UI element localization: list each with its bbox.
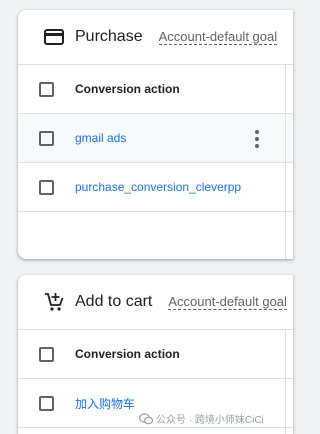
table-row: purchase_conversion_cleverpp: [18, 163, 293, 212]
add-to-cart-card-header: Add to cart Account-default goal: [18, 275, 293, 330]
watermark: 公众号 · 跨境小师妹CiCi: [139, 411, 264, 426]
more-vert-icon[interactable]: [252, 128, 262, 150]
conversion-action-link[interactable]: purchase_conversion_cleverpp: [75, 180, 241, 194]
purchase-table-header: Conversion action: [18, 65, 293, 114]
column-divider: [285, 65, 286, 259]
row-checkbox[interactable]: [39, 130, 54, 146]
add-to-cart-title: Add to cart: [75, 293, 153, 310]
purchase-goal-label[interactable]: Account-default goal: [158, 29, 278, 45]
watermark-text: 公众号 · 跨境小师妹CiCi: [156, 415, 264, 426]
add-shopping-cart-icon: [42, 290, 66, 314]
purchase-card: Purchase Account-default goal Conversion…: [18, 10, 293, 259]
purchase-title: Purchase: [75, 28, 143, 45]
select-all-checkbox[interactable]: [39, 81, 54, 97]
wechat-icon: [139, 412, 153, 425]
column-divider: [285, 330, 286, 434]
purchase-card-header: Purchase Account-default goal: [18, 10, 293, 65]
conversion-action-link[interactable]: gmail ads: [75, 131, 126, 145]
credit-card-icon: [42, 25, 66, 49]
select-all-checkbox[interactable]: [39, 346, 54, 362]
conversion-action-column-header[interactable]: Conversion action: [75, 82, 180, 96]
conversion-action-link[interactable]: 加入购物车: [75, 395, 135, 412]
add-to-cart-table-header: Conversion action: [18, 330, 293, 379]
conversion-action-column-header[interactable]: Conversion action: [75, 347, 180, 361]
table-row: gmail ads: [18, 114, 293, 163]
row-checkbox[interactable]: [39, 179, 54, 195]
row-checkbox[interactable]: [39, 395, 54, 411]
add-to-cart-goal-label[interactable]: Account-default goal: [168, 294, 287, 310]
